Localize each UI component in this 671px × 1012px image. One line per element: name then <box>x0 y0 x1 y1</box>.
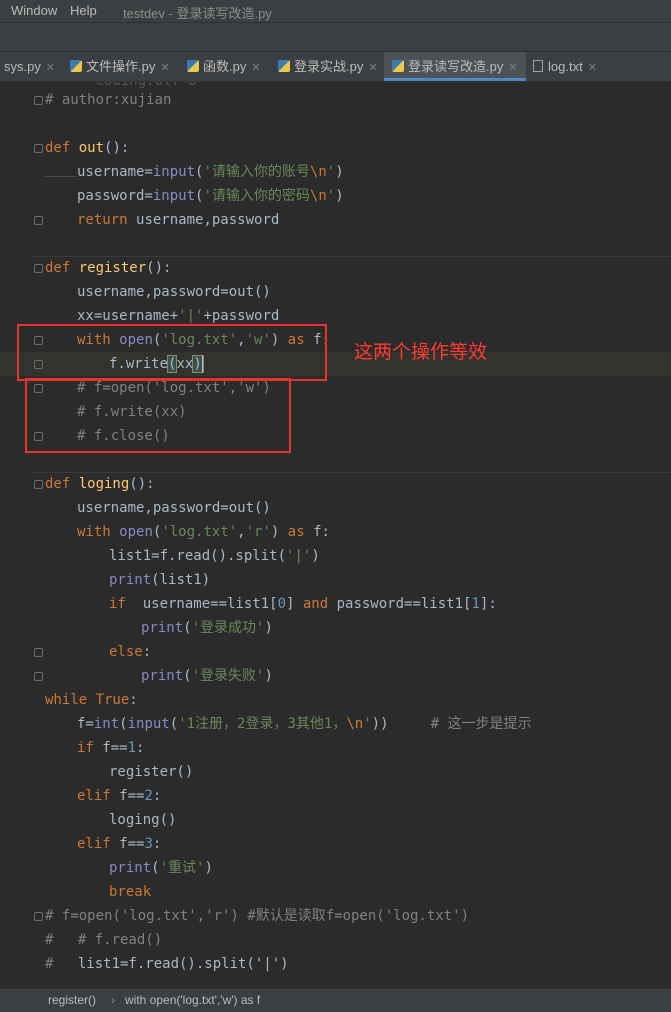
code-line: elif f==2: <box>77 788 162 804</box>
code-line: print(list1) <box>109 572 211 588</box>
fold-marker-icon[interactable] <box>34 264 43 273</box>
code-line: print('重试') <box>109 860 213 876</box>
close-icon[interactable]: ✕ <box>588 62 597 74</box>
code-editor[interactable]: -*- coding:utf-8 -*- # author:xujian def… <box>0 82 671 988</box>
breadcrumb-item-with[interactable]: with open('log.txt','w') as f <box>125 993 260 1007</box>
code-line: # list1=f.read().split('|') <box>45 956 289 972</box>
code-line: register() <box>109 764 194 780</box>
code-line: # f=open('log.txt','r') #默认是读取f=open('lo… <box>45 908 470 924</box>
code-line: return username,password <box>77 212 280 228</box>
fold-marker-icon[interactable] <box>34 144 43 153</box>
breadcrumb-item-register[interactable]: register() <box>48 993 96 1007</box>
tab-functions-py[interactable]: 函数.py ✕ <box>187 52 261 81</box>
annotation-box-with <box>17 324 327 381</box>
code-line: password=input('请输入你的密码\n') <box>77 188 344 204</box>
close-icon[interactable]: ✕ <box>160 62 169 74</box>
code-line: f=int(input('1注册，2登录，3其他1，\n')) # 这一步是提示 <box>77 716 532 732</box>
fold-marker-icon[interactable] <box>34 480 43 489</box>
editor-tabs: sys.py ✕ 文件操作.py ✕ 函数.py ✕ 登录实战.py ✕ 登录读写改造.… <box>0 52 671 82</box>
python-file-icon <box>70 60 82 72</box>
menu-help[interactable]: Help <box>70 3 97 18</box>
close-icon[interactable]: ✕ <box>368 62 377 74</box>
code-line: else: <box>109 644 152 660</box>
close-icon[interactable]: ✕ <box>508 62 517 74</box>
code-line: loging() <box>109 812 177 828</box>
code-line: def loging(): <box>45 476 155 492</box>
python-file-icon <box>278 60 290 72</box>
fold-marker-icon[interactable] <box>34 96 43 105</box>
code-line: if username==list1[0] and password==list… <box>109 596 497 612</box>
tab-label: 登录实战.py <box>294 59 364 74</box>
tab-label: 文件操作.py <box>86 59 156 74</box>
tab-login-rw-py[interactable]: 登录读写改造.py ✕ <box>384 52 526 81</box>
code-line: if f==1: <box>77 740 145 756</box>
code-line: while True: <box>45 692 138 708</box>
tab-log-txt[interactable]: log.txt ✕ <box>533 52 597 81</box>
menu-bar: Window Help testdev - 登录读写改造.py <box>0 0 671 22</box>
tab-sys-py[interactable]: sys.py ✕ <box>4 52 55 81</box>
code-line: with open('log.txt','r') as f: <box>77 524 330 540</box>
close-icon[interactable]: ✕ <box>251 62 260 74</box>
fold-marker-icon[interactable] <box>34 648 43 657</box>
code-line: # author:xujian <box>45 92 172 108</box>
python-file-icon <box>392 60 404 72</box>
code-line: username=input('请输入你的账号\n') <box>77 164 344 180</box>
menu-window[interactable]: Window <box>11 3 57 18</box>
text-file-icon <box>533 60 543 72</box>
code-line: def out(): <box>45 140 130 156</box>
tab-label: log.txt <box>548 59 583 74</box>
code-line: list1=f.read().split('|') <box>109 548 320 564</box>
window-title: testdev - 登录读写改造.py <box>123 6 272 21</box>
breadcrumb-separator-icon: › <box>111 993 115 1007</box>
code-line: print('登录成功') <box>141 620 273 636</box>
code-line: # # f.read() <box>45 932 163 948</box>
annotation-text: 这两个操作等效 <box>354 341 488 363</box>
fold-marker-icon[interactable] <box>34 672 43 681</box>
code-line: print('登录失败') <box>141 668 273 684</box>
code-line: def register(): <box>45 260 172 276</box>
tab-label: sys.py <box>4 59 41 74</box>
fold-marker-icon[interactable] <box>34 912 43 921</box>
close-icon[interactable]: ✕ <box>46 62 55 74</box>
tab-login-practice-py[interactable]: 登录实战.py ✕ <box>278 52 378 81</box>
toolbar <box>0 22 671 52</box>
tab-label: 登录读写改造.py <box>408 59 504 74</box>
code-line: break <box>109 884 152 900</box>
python-file-icon <box>187 60 199 72</box>
breadcrumb: register() › with open('log.txt','w') as… <box>0 988 671 1012</box>
code-line: username,password=out() <box>77 500 271 516</box>
tab-file-ops-py[interactable]: 文件操作.py ✕ <box>70 52 170 81</box>
annotation-box-manual <box>25 378 291 453</box>
code-line: elif f==3: <box>77 836 162 852</box>
code-line: username,password=out() <box>77 284 271 300</box>
fold-marker-icon[interactable] <box>34 216 43 225</box>
tab-label: 函数.py <box>203 59 247 74</box>
